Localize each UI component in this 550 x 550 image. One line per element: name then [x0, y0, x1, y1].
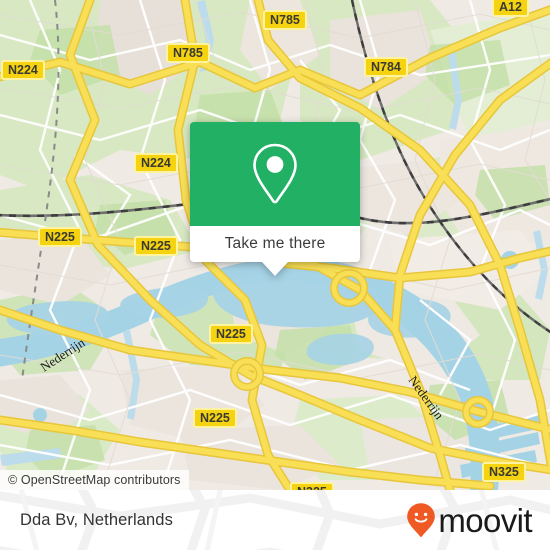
road-shield-label: N225 — [216, 327, 246, 341]
road-shield: N225 — [193, 408, 237, 429]
location-pin-icon — [253, 143, 297, 204]
road-shield: N224 — [134, 153, 178, 174]
road-shield: N225 — [38, 227, 82, 248]
road-shield-label: N224 — [141, 156, 171, 170]
moovit-smiley-pin-icon — [407, 503, 436, 537]
road-shield-label: N225 — [141, 239, 171, 253]
road-shield: N225 — [134, 236, 178, 257]
popup-action[interactable]: Take me there — [190, 226, 360, 262]
place-name: Dda Bv, Netherlands — [20, 510, 173, 529]
road-shield-label: N225 — [45, 230, 75, 244]
road-shield: N784 — [364, 57, 408, 78]
road-shield: N225 — [209, 324, 253, 345]
road-shield-label: N785 — [270, 13, 300, 27]
footer-bar: Dda Bv, Netherlands moovit — [0, 490, 550, 550]
road-shield: N325 — [482, 462, 526, 483]
location-popup-card[interactable]: Take me there — [190, 122, 360, 276]
popup-header — [190, 122, 360, 226]
road-shield: N325 — [290, 482, 334, 490]
moovit-brand[interactable]: moovit — [406, 501, 533, 539]
road-shield-label: N785 — [173, 46, 203, 60]
road-shield-label: N325 — [489, 465, 519, 479]
road-shield-label: A12 — [499, 0, 522, 14]
road-shield-label: N225 — [200, 411, 230, 425]
osm-attribution[interactable]: © OpenStreetMap contributors — [0, 470, 189, 490]
road-shield-label: N784 — [371, 60, 401, 74]
popup-tail — [262, 262, 288, 276]
road-shield: A12 — [492, 0, 529, 18]
take-me-there-label: Take me there — [224, 235, 326, 252]
road-shield-label: N224 — [8, 63, 38, 77]
road-shield: N785 — [166, 43, 210, 64]
osm-attribution-text: © OpenStreetMap contributors — [8, 473, 181, 487]
road-shield: N224 — [1, 60, 45, 81]
moovit-wordmark: moovit — [438, 501, 532, 539]
moovit-map-screenshot: Nederrijn Nederrijn N785 A12 N785 N784 N… — [0, 0, 550, 550]
road-shield: N785 — [263, 10, 307, 31]
